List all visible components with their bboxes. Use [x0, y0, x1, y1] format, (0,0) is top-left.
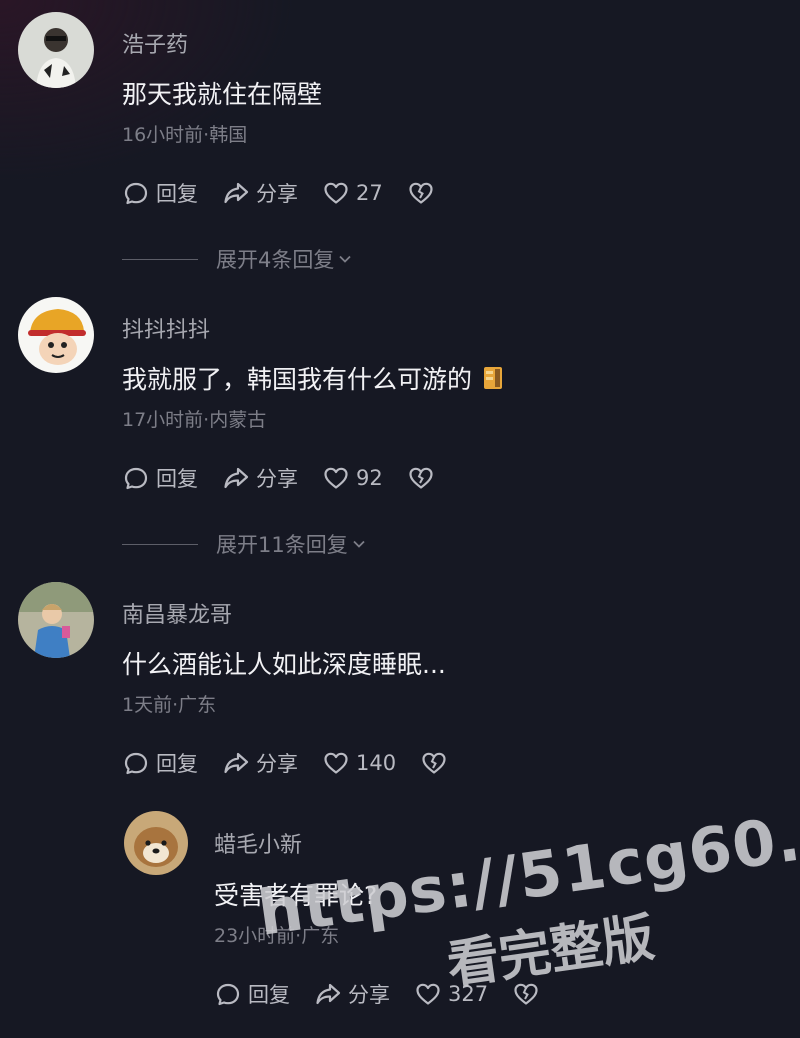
share-label: 分享: [256, 182, 298, 206]
avatar[interactable]: [124, 811, 188, 875]
like-button[interactable]: 27: [322, 179, 383, 207]
comment-actions: 回复 分享 92: [122, 461, 465, 495]
like-button[interactable]: 327: [414, 980, 488, 1008]
dislike-button[interactable]: [407, 179, 441, 207]
avatar[interactable]: [18, 12, 94, 88]
comment-meta: 17小时前·内蒙古: [122, 409, 267, 431]
reply-label: 回复: [156, 752, 198, 776]
share-arrow-icon: [224, 467, 249, 489]
share-button[interactable]: 分享: [222, 748, 298, 778]
comment-actions: 回复 分享 140: [122, 746, 478, 780]
broken-heart-icon: [514, 983, 538, 1005]
avatar[interactable]: [18, 297, 94, 373]
reply-meta: 23小时前·广东: [214, 925, 340, 947]
share-button[interactable]: 分享: [222, 178, 298, 208]
chevron-down-icon: [339, 255, 352, 263]
like-button[interactable]: 92: [322, 464, 383, 492]
reply-bubble-icon: [124, 752, 148, 775]
reply-text: 受害者有罪论?: [214, 881, 378, 910]
comment-text-content: 我就服了，韩国我有什么可游的: [122, 365, 473, 394]
heart-icon: [324, 182, 348, 204]
expand-replies[interactable]: 展开11条回复: [122, 529, 366, 559]
share-arrow-icon: [224, 752, 249, 774]
share-label: 分享: [256, 467, 298, 491]
comment-text: 我就服了，韩国我有什么可游的: [122, 360, 504, 396]
comment-username[interactable]: 浩子药: [122, 27, 188, 59]
dislike-button[interactable]: [512, 980, 546, 1008]
reply-button[interactable]: 回复: [122, 463, 198, 493]
dislike-button[interactable]: [420, 749, 454, 777]
share-button[interactable]: 分享: [314, 979, 390, 1009]
reply-bubble-icon: [124, 467, 148, 490]
divider-line: [122, 543, 198, 545]
like-count: 140: [356, 751, 397, 775]
reply-label: 回复: [156, 467, 198, 491]
heart-icon: [416, 983, 440, 1005]
like-count: 27: [356, 181, 383, 205]
heart-icon: [324, 467, 348, 489]
comment-text: 什么酒能让人如此深度睡眠...: [122, 650, 446, 679]
share-button[interactable]: 分享: [222, 463, 298, 493]
share-arrow-icon: [316, 983, 341, 1005]
reply-button[interactable]: 回复: [122, 178, 198, 208]
emoji-icon: [484, 367, 503, 389]
divider-line: [122, 258, 198, 260]
reply-bubble-icon: [216, 983, 240, 1006]
like-count: 92: [356, 466, 383, 490]
chevron-down-icon: [353, 540, 365, 548]
reply-button[interactable]: 回复: [122, 748, 198, 778]
comment-meta: 1天前·广东: [122, 694, 217, 716]
dislike-button[interactable]: [407, 464, 441, 492]
avatar[interactable]: [18, 582, 94, 658]
comment-username[interactable]: 抖抖抖抖: [122, 312, 210, 344]
reply-label: 回复: [248, 983, 290, 1007]
comment-actions: 回复 分享 27: [122, 176, 465, 210]
reply-label: 回复: [156, 182, 198, 206]
broken-heart-icon: [409, 182, 433, 204]
comment-meta: 16小时前·韩国: [122, 124, 248, 146]
reply-bubble-icon: [124, 182, 148, 205]
reply-button[interactable]: 回复: [214, 979, 290, 1009]
expand-replies-label: 展开11条回复: [216, 533, 348, 557]
expand-replies-label: 展开4条回复: [216, 248, 335, 272]
like-button[interactable]: 140: [322, 749, 396, 777]
comment-username[interactable]: 南昌暴龙哥: [122, 597, 232, 629]
reply-actions: 回复 分享 327: [214, 977, 570, 1011]
expand-replies[interactable]: 展开4条回复: [122, 244, 352, 274]
broken-heart-icon: [409, 467, 433, 489]
heart-icon: [324, 752, 348, 774]
share-label: 分享: [348, 983, 390, 1007]
share-label: 分享: [256, 752, 298, 776]
comment-text: 那天我就住在隔壁: [122, 80, 323, 109]
like-count: 327: [448, 982, 489, 1006]
broken-heart-icon: [422, 752, 446, 774]
reply-username[interactable]: 蜡毛小新: [214, 827, 302, 859]
share-arrow-icon: [224, 182, 249, 204]
